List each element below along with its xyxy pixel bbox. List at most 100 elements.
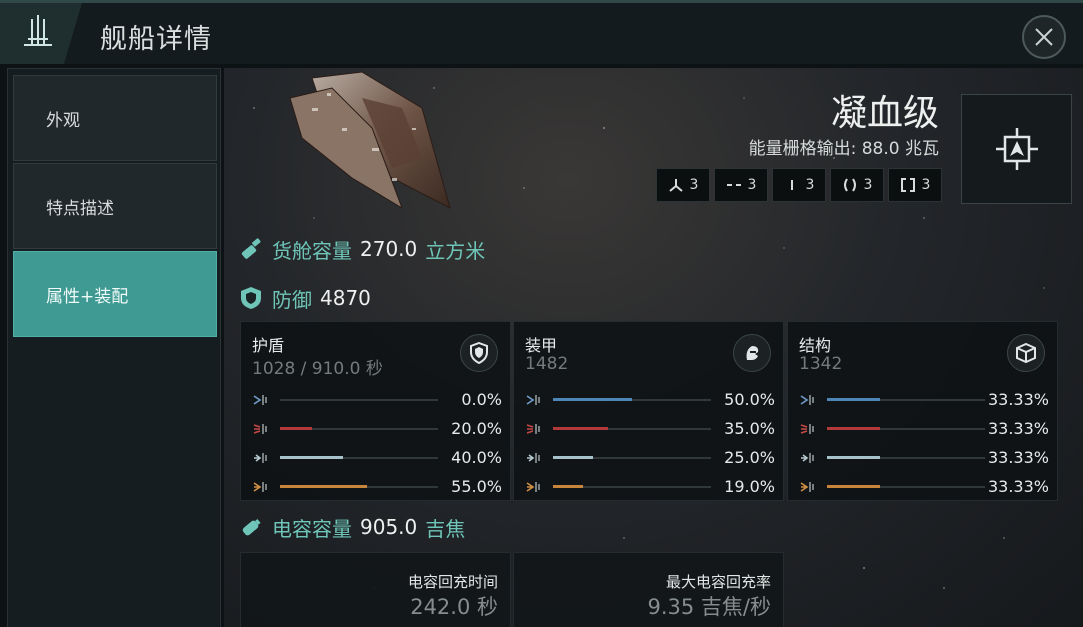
- defense-layer-panel: 护盾 1028 / 910.0 秒 0.0% 20.0% 40.0% 55.0%: [240, 321, 511, 501]
- resist-percent: 55.0%: [451, 477, 502, 496]
- defense-shield-icon: [241, 287, 261, 309]
- fitting-icon: [995, 128, 1038, 170]
- resist-bar: [553, 398, 711, 401]
- resist-bar-fill: [827, 427, 880, 430]
- resist-bar-fill: [280, 427, 312, 430]
- low-slot-count: 3: [772, 168, 826, 202]
- fitting-button[interactable]: [961, 94, 1072, 204]
- resist-percent: 33.33%: [987, 419, 1049, 438]
- resist-bar-fill: [827, 456, 880, 459]
- resist-row-thermal: 33.33%: [799, 419, 1049, 439]
- low-slot-icon: [790, 180, 793, 190]
- cargo-section: 货舱容量 270.0 立方米: [238, 224, 1071, 274]
- recharge-time-panel: 电容回充时间 242.0 秒: [240, 552, 511, 627]
- resist-bar-fill: [553, 456, 593, 459]
- peak-recharge-label: 最大电容回充率: [665, 573, 771, 591]
- resist-bar: [827, 456, 985, 459]
- subsystem-slot-count: 3: [888, 168, 942, 202]
- window-header: 舰船详情: [0, 0, 1083, 64]
- ship-render: [289, 71, 451, 210]
- capacitor-icon: [242, 519, 261, 536]
- kinetic-resist-icon: [252, 450, 270, 470]
- ship-name: 凝血级: [830, 93, 939, 134]
- cargo-label: 货舱容量: [272, 238, 352, 263]
- resist-bar: [553, 456, 711, 459]
- window-title: 舰船详情: [100, 24, 212, 55]
- resist-percent: 33.33%: [987, 448, 1049, 467]
- recharge-time-value: 242.0 秒: [410, 595, 498, 619]
- cargo-icon: [241, 238, 261, 259]
- thermal-resist-icon: [252, 421, 270, 441]
- peak-recharge-panel: 最大电容回充率 9.35 吉焦/秒: [513, 552, 784, 627]
- medium-slot-icon: [726, 184, 741, 186]
- capacitor-section: 电容容量 905.0 吉焦: [238, 502, 1071, 552]
- close-icon: [1035, 28, 1053, 46]
- resist-bar-fill: [827, 398, 880, 401]
- resist-percent: 25.0%: [724, 448, 775, 467]
- defense-layer-title: 结构: [799, 336, 832, 355]
- ship-class-logo: [0, 3, 82, 64]
- em-resist-icon: [252, 392, 270, 412]
- resist-row-em: 0.0%: [252, 390, 502, 410]
- defense-layer-hp: 1482: [525, 354, 569, 374]
- em-resist-icon: [799, 392, 817, 412]
- defense-layer-hp: 1028 / 910.0 秒: [252, 359, 383, 379]
- resist-bar: [553, 427, 711, 430]
- resist-percent: 33.33%: [987, 390, 1049, 409]
- power-grid-label: 能量栅格输出:: [748, 139, 857, 159]
- resist-percent: 19.0%: [724, 477, 775, 496]
- cargo-unit: 立方米: [425, 238, 486, 263]
- sidebar-item-attributes-fitting[interactable]: 属性+装配: [13, 251, 217, 337]
- close-button[interactable]: [1022, 15, 1066, 59]
- rig-slot-icon: [843, 178, 856, 192]
- kinetic-resist-icon: [799, 450, 817, 470]
- resist-percent: 33.33%: [987, 477, 1049, 496]
- resist-bar: [280, 399, 438, 401]
- sidebar-item-appearance[interactable]: 外观: [13, 75, 217, 161]
- sidebar-item-traits[interactable]: 特点描述: [13, 163, 217, 249]
- resist-bar-fill: [280, 485, 367, 488]
- capacitor-value: 905.0: [360, 515, 418, 539]
- resist-bar-fill: [827, 485, 880, 488]
- resist-percent: 40.0%: [451, 448, 502, 467]
- em-resist-icon: [525, 392, 543, 412]
- explosive-resist-icon: [252, 479, 270, 499]
- capacitor-label: 电容容量: [272, 516, 352, 541]
- shield-icon[interactable]: [460, 334, 498, 372]
- explosive-resist-icon: [799, 479, 817, 499]
- resist-bar: [280, 456, 438, 459]
- resist-bar: [280, 427, 438, 430]
- resist-bar-fill: [280, 456, 344, 459]
- thermal-resist-icon: [525, 421, 543, 441]
- slot-summary: 3 3 3 3 3: [656, 168, 942, 202]
- medium-slot-count: 3: [714, 168, 768, 202]
- defense-layer-hp: 1342: [799, 354, 843, 374]
- defense-layer-panel: 结构 1342 33.33% 33.33% 33.33% 33.33%: [787, 321, 1058, 501]
- structure-icon[interactable]: [1007, 334, 1045, 372]
- high-slot-icon: [668, 179, 683, 192]
- resist-row-em: 33.33%: [799, 390, 1049, 410]
- power-grid-unit: 兆瓦: [905, 139, 939, 159]
- resist-row-em: 50.0%: [525, 390, 775, 410]
- resist-row-thermal: 35.0%: [525, 419, 775, 439]
- resist-row-thermal: 20.0%: [252, 419, 502, 439]
- peak-recharge-value: 9.35 吉焦/秒: [647, 595, 771, 619]
- resist-bar: [827, 398, 985, 401]
- rig-slot-count: 3: [830, 168, 884, 202]
- power-grid-value: 88.0: [861, 139, 900, 159]
- explosive-resist-icon: [525, 479, 543, 499]
- thermal-resist-icon: [799, 421, 817, 441]
- defense-value: 4870: [320, 286, 371, 310]
- resist-bar: [280, 485, 438, 488]
- resist-bar: [553, 485, 711, 488]
- armor-icon[interactable]: [733, 334, 771, 372]
- recharge-time-label: 电容回充时间: [407, 573, 498, 591]
- resist-percent: 20.0%: [451, 419, 502, 438]
- sidebar-item-label: 属性+装配: [46, 286, 129, 307]
- defense-label: 防御: [272, 287, 312, 312]
- sidebar: 外观 特点描述 属性+装配: [7, 68, 221, 627]
- resist-row-explosive: 55.0%: [252, 477, 502, 497]
- resist-row-explosive: 33.33%: [799, 477, 1049, 497]
- resist-bar: [827, 485, 985, 488]
- sidebar-item-label: 外观: [46, 110, 80, 131]
